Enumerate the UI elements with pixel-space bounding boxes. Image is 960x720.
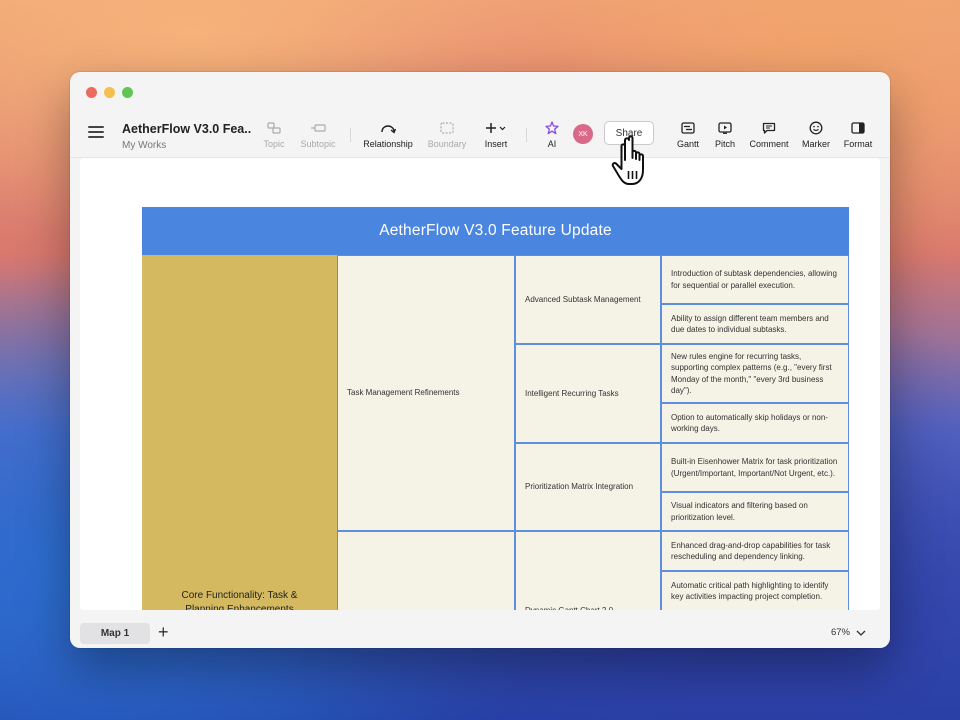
- detail-subtask-assignment[interactable]: Ability to assign different team members…: [661, 304, 849, 344]
- topic-label: Topic: [263, 139, 285, 149]
- gantt-label: Gantt: [676, 139, 699, 149]
- pitch-play-icon: [710, 120, 740, 136]
- detail-visual-indicators[interactable]: Visual indicators and filtering based on…: [661, 492, 849, 531]
- marker-label: Marker: [801, 139, 830, 149]
- gantt-icon: [672, 120, 704, 136]
- map-central-topic[interactable]: AetherFlow V3.0 Feature Update: [142, 207, 849, 255]
- detail-skip-holidays[interactable]: Option to automatically skip holidays or…: [661, 403, 849, 443]
- pitch-button[interactable]: Pitch: [710, 120, 740, 149]
- close-window-button[interactable]: [86, 87, 97, 98]
- topic-prioritization-matrix[interactable]: Prioritization Matrix Integration: [515, 443, 661, 531]
- comment-icon: [748, 120, 790, 136]
- subtopic-label: Subtopic: [300, 139, 336, 149]
- detail-subtask-dependencies[interactable]: Introduction of subtask dependencies, al…: [661, 255, 849, 304]
- detail-drag-and-drop[interactable]: Enhanced drag-and-drop capabilities for …: [661, 531, 849, 571]
- format-label: Format: [843, 139, 873, 149]
- pitch-label: Pitch: [714, 139, 735, 149]
- minimize-window-button[interactable]: [104, 87, 115, 98]
- hamburger-menu-icon[interactable]: [88, 126, 104, 140]
- topic-dynamic-gantt-chart[interactable]: Dynamic Gantt Chart 2.0: [515, 531, 661, 610]
- document-title[interactable]: AetherFlow V3.0 Fea...: [122, 122, 252, 136]
- topic-icon: [258, 120, 290, 136]
- toolbar-divider: [350, 128, 351, 142]
- topic-advanced-subtask-management[interactable]: Advanced Subtask Management: [515, 255, 661, 344]
- ai-button[interactable]: AI: [539, 120, 565, 149]
- hand-pointer-cursor-icon: [611, 135, 644, 185]
- ai-sparkle-icon: [539, 120, 565, 136]
- user-avatar[interactable]: XK: [573, 124, 593, 144]
- detail-recurring-rules-engine[interactable]: New rules engine for recurring tasks, su…: [661, 344, 849, 403]
- document-location[interactable]: My Works: [122, 140, 166, 151]
- insert-button[interactable]: Insert: [478, 120, 514, 149]
- ai-label: AI: [547, 139, 557, 149]
- gantt-button[interactable]: Gantt: [672, 120, 704, 149]
- toolbar: AetherFlow V3.0 Fea... My Works Topic Su…: [70, 114, 890, 158]
- title-bar: [70, 72, 890, 114]
- sheet-tab-map-1[interactable]: Map 1: [80, 623, 150, 644]
- relationship-label: Relationship: [363, 139, 413, 149]
- detail-eisenhower-matrix[interactable]: Built-in Eisenhower Matrix for task prio…: [661, 443, 849, 492]
- zoom-window-button[interactable]: [122, 87, 133, 98]
- insert-label: Insert: [484, 139, 508, 149]
- subtopic-icon: [295, 120, 341, 136]
- mind-map: AetherFlow V3.0 Feature Update Core Func…: [142, 207, 849, 610]
- format-panel-icon: [840, 120, 876, 136]
- window-controls: [86, 87, 133, 98]
- detail-critical-path[interactable]: Automatic critical path highlighting to …: [661, 571, 849, 610]
- comment-button[interactable]: Comment: [748, 120, 790, 149]
- boundary-icon: [424, 120, 470, 136]
- chevron-down-icon: [856, 630, 866, 636]
- format-button[interactable]: Format: [840, 120, 876, 149]
- add-sheet-button[interactable]: +: [158, 622, 169, 642]
- insert-plus-icon: [478, 120, 514, 136]
- subtopic-button[interactable]: Subtopic: [295, 120, 341, 149]
- relationship-icon: [360, 120, 416, 136]
- marker-smiley-icon: [798, 120, 834, 136]
- boundary-label: Boundary: [427, 139, 467, 149]
- topic-button[interactable]: Topic: [258, 120, 290, 149]
- relationship-button[interactable]: Relationship: [360, 120, 416, 149]
- main-topic-core-functionality[interactable]: Core Functionality: Task & Planning Enha…: [142, 255, 337, 610]
- toolbar-divider: [526, 128, 527, 142]
- map-body: Core Functionality: Task & Planning Enha…: [142, 255, 849, 610]
- comment-label: Comment: [749, 139, 789, 149]
- topic-intelligent-recurring-tasks[interactable]: Intelligent Recurring Tasks: [515, 344, 661, 443]
- subtopic-planning[interactable]: [337, 531, 515, 610]
- app-window: AetherFlow V3.0 Fea... My Works Topic Su…: [70, 72, 890, 648]
- subtopic-task-management[interactable]: Task Management Refinements: [337, 255, 515, 531]
- mind-map-canvas[interactable]: AetherFlow V3.0 Feature Update Core Func…: [80, 158, 880, 610]
- marker-button[interactable]: Marker: [798, 120, 834, 149]
- status-bar: Map 1 + 67%: [70, 620, 890, 648]
- zoom-level: 67%: [830, 627, 850, 638]
- zoom-control[interactable]: 67%: [831, 627, 866, 638]
- boundary-button[interactable]: Boundary: [424, 120, 470, 149]
